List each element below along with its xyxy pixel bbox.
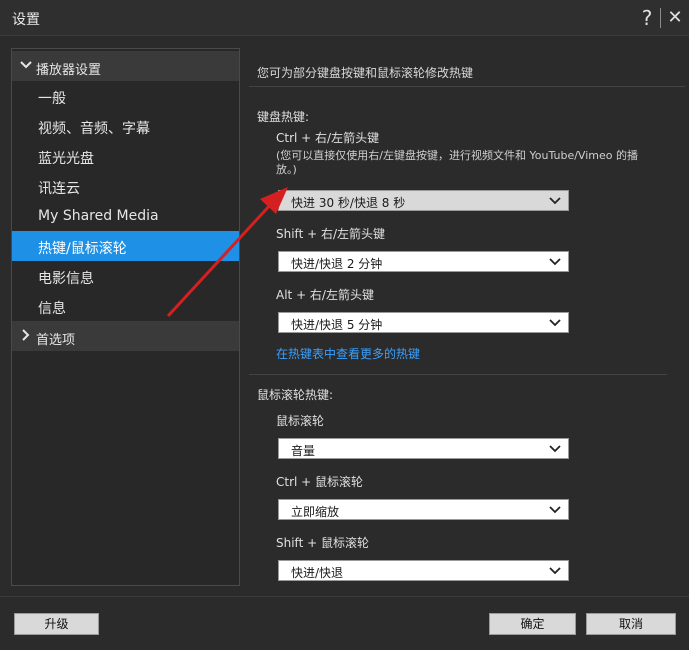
select-value: 快进/快退 2 分钟: [291, 257, 383, 271]
mouse-wheel-select[interactable]: 音量: [278, 438, 569, 459]
sidebar-item-bluray[interactable]: 蓝光光盘: [12, 141, 239, 171]
chevron-down-icon: [549, 506, 561, 514]
settings-content: 您可为部分键盘按键和鼠标滚轮修改热键 键盘热键: Ctrl + 右/左箭头键 (…: [244, 48, 689, 588]
select-value: 快进/快退 5 分钟: [291, 318, 383, 332]
chevron-down-icon: [549, 258, 561, 266]
sidebar-item-label: 信息: [38, 301, 66, 317]
sidebar-item-label: 电影信息: [38, 271, 94, 287]
sidebar-item-hotkeys[interactable]: 热键/鼠标滚轮: [12, 231, 239, 261]
divider: [249, 86, 685, 87]
footer-divider: [0, 596, 689, 597]
upgrade-button[interactable]: 升级: [14, 613, 99, 635]
mouse-wheel-label: 鼠标滚轮: [276, 414, 325, 428]
sidebar-item-label: My Shared Media: [38, 208, 159, 224]
shift-arrow-label: Shift + 右/左箭头键: [276, 227, 386, 241]
sidebar-item-general[interactable]: 一般: [12, 81, 239, 111]
intro-text: 您可为部分键盘按键和鼠标滚轮修改热键: [257, 66, 474, 80]
sidebar-item-my-shared-media[interactable]: My Shared Media: [12, 201, 239, 231]
sidebar-group-player-settings[interactable]: 播放器设置: [12, 51, 239, 81]
help-button[interactable]: ?: [637, 4, 657, 32]
keyboard-section-title: 键盘热键:: [257, 110, 310, 124]
chevron-right-icon: [22, 329, 30, 341]
title-bar: 设置 ? ✕: [0, 0, 689, 36]
sidebar-item-label: 讯连云: [38, 181, 80, 197]
select-value: 音量: [291, 444, 316, 458]
sidebar-item-movie-info[interactable]: 电影信息: [12, 261, 239, 291]
ok-button[interactable]: 确定: [489, 613, 576, 635]
ctrl-arrow-note: (您可以直接仅使用右/左键盘按键，进行视频文件和 YouTube/Vimeo 的…: [276, 149, 638, 176]
sidebar-item-label: 视频、音频、字幕: [38, 121, 150, 137]
ctrl-arrow-select[interactable]: 快进 30 秒/快退 8 秒: [278, 190, 569, 211]
settings-sidebar: 播放器设置 一般 视频、音频、字幕 蓝光光盘 讯连云 My Shared Med…: [11, 48, 240, 586]
divider: [249, 374, 667, 375]
more-hotkeys-link[interactable]: 在热键表中查看更多的热键: [276, 345, 420, 362]
sidebar-item-label: 一般: [38, 91, 66, 107]
sidebar-item-cloud[interactable]: 讯连云: [12, 171, 239, 201]
window-title: 设置: [12, 12, 40, 28]
ctrl-wheel-label: Ctrl + 鼠标滚轮: [276, 475, 364, 489]
chevron-down-icon: [20, 61, 32, 69]
chevron-down-icon: [549, 319, 561, 327]
ctrl-wheel-select[interactable]: 立即缩放: [278, 499, 569, 520]
close-button[interactable]: ✕: [665, 4, 685, 32]
sidebar-item-video-audio-subtitles[interactable]: 视频、音频、字幕: [12, 111, 239, 141]
title-divider: [660, 8, 661, 28]
select-value: 立即缩放: [291, 505, 340, 519]
sidebar-item-label: 蓝光光盘: [38, 151, 94, 167]
chevron-down-icon: [549, 445, 561, 453]
chevron-down-icon: [549, 567, 561, 575]
shift-arrow-select[interactable]: 快进/快退 2 分钟: [278, 251, 569, 272]
sidebar-item-info[interactable]: 信息: [12, 291, 239, 321]
sidebar-item-label: 热键/鼠标滚轮: [38, 241, 127, 257]
mouse-section-title: 鼠标滚轮热键:: [257, 388, 334, 402]
select-value: 快进/快退: [291, 566, 344, 580]
select-value: 快进 30 秒/快退 8 秒: [291, 196, 406, 210]
sidebar-group-label: 播放器设置: [36, 63, 102, 78]
sidebar-group-preferences[interactable]: 首选项: [12, 321, 239, 351]
alt-arrow-label: Alt + 右/左箭头键: [276, 288, 374, 302]
alt-arrow-select[interactable]: 快进/快退 5 分钟: [278, 312, 569, 333]
shift-wheel-label: Shift + 鼠标滚轮: [276, 536, 369, 550]
sidebar-group-label: 首选项: [36, 333, 76, 348]
cancel-button[interactable]: 取消: [586, 613, 676, 635]
shift-wheel-select[interactable]: 快进/快退: [278, 560, 569, 581]
chevron-down-icon: [549, 197, 561, 205]
ctrl-arrow-label: Ctrl + 右/左箭头键: [276, 131, 380, 145]
